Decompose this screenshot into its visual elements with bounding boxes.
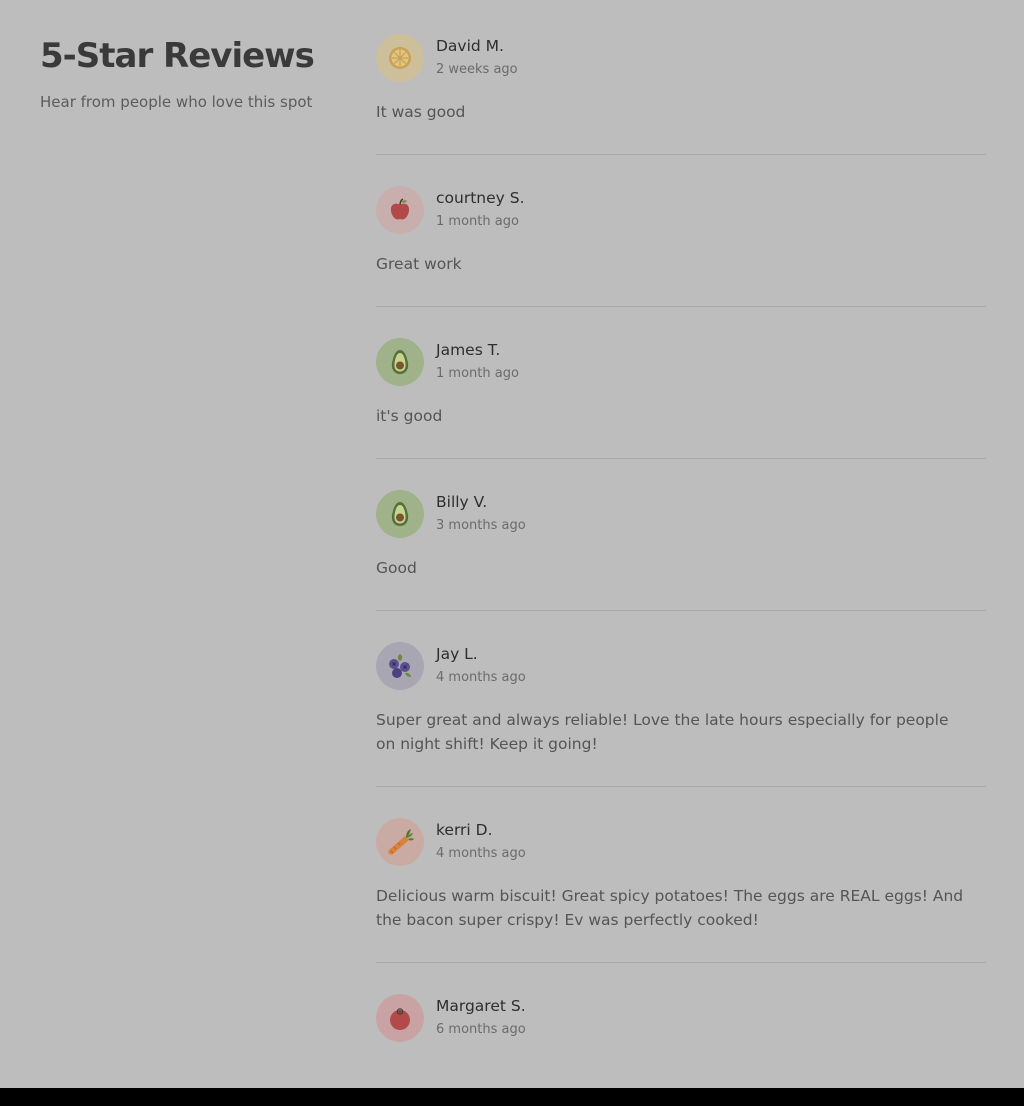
avatar (376, 34, 424, 82)
review-text: Good (376, 559, 417, 577)
review-header: Billy V. 3 months ago (376, 490, 986, 538)
review-item: Jay L. 4 months ago Super great and alwa… (376, 642, 986, 787)
review-meta: kerri D. 4 months ago (436, 818, 526, 863)
review-date: 3 months ago (436, 518, 526, 533)
review-text: it's good (376, 407, 443, 425)
review-date: 1 month ago (436, 214, 519, 229)
apple-icon (386, 196, 414, 224)
bottom-bar (0, 1088, 1024, 1106)
review-header: David M. 2 weeks ago (376, 34, 986, 82)
review-meta: James T. 1 month ago (436, 338, 519, 383)
reviewer-name: David M. (436, 37, 504, 55)
review-date: 4 months ago (436, 846, 526, 861)
review-item: James T. 1 month ago it's good (376, 338, 986, 459)
reviewer-name: Jay L. (436, 645, 478, 663)
carrot-icon (385, 827, 415, 857)
avatar (376, 818, 424, 866)
review-item: Billy V. 3 months ago Good (376, 490, 986, 611)
review-item: Margaret S. 6 months ago (376, 994, 986, 1088)
review-item: courtney S. 1 month ago Great work (376, 186, 986, 307)
reviewer-name: kerri D. (436, 821, 493, 839)
avatar (376, 338, 424, 386)
review-meta: David M. 2 weeks ago (436, 34, 518, 79)
review-header: courtney S. 1 month ago (376, 186, 986, 234)
reviews-header: 5-Star Reviews Hear from people who love… (40, 34, 340, 112)
avatar (376, 994, 424, 1042)
review-text: Delicious warm biscuit! Great spicy pota… (376, 887, 964, 929)
review-text: Super great and always reliable! Love th… (376, 711, 949, 753)
review-text: It was good (376, 103, 466, 121)
avocado-icon (386, 500, 414, 528)
lemon-icon (386, 44, 414, 72)
page-title: 5-Star Reviews (40, 36, 315, 76)
avatar (376, 186, 424, 234)
tomato-icon (386, 1004, 414, 1032)
reviews-list: David M. 2 weeks ago It was good courtne… (376, 34, 986, 1088)
avatar (376, 642, 424, 690)
review-header: kerri D. 4 months ago (376, 818, 986, 866)
review-date: 2 weeks ago (436, 62, 518, 77)
reviewer-name: James T. (436, 341, 501, 359)
reviews-page: 5-Star Reviews Hear from people who love… (0, 0, 1024, 1088)
review-item: kerri D. 4 months ago Delicious warm bis… (376, 818, 986, 963)
review-meta: Margaret S. 6 months ago (436, 994, 526, 1039)
review-header: Margaret S. 6 months ago (376, 994, 986, 1042)
avatar (376, 490, 424, 538)
page-subtitle: Hear from people who love this spot (40, 93, 313, 111)
avocado-icon (386, 348, 414, 376)
reviewer-name: Margaret S. (436, 997, 526, 1015)
review-date: 6 months ago (436, 1022, 526, 1037)
review-header: Jay L. 4 months ago (376, 642, 986, 690)
review-meta: courtney S. 1 month ago (436, 186, 525, 231)
reviewer-name: Billy V. (436, 493, 488, 511)
reviewer-name: courtney S. (436, 189, 525, 207)
review-header: James T. 1 month ago (376, 338, 986, 386)
review-date: 4 months ago (436, 670, 526, 685)
review-text: Great work (376, 255, 462, 273)
review-meta: Jay L. 4 months ago (436, 642, 526, 687)
review-item: David M. 2 weeks ago It was good (376, 34, 986, 155)
blueberries-icon (385, 651, 415, 681)
review-date: 1 month ago (436, 366, 519, 381)
review-meta: Billy V. 3 months ago (436, 490, 526, 535)
